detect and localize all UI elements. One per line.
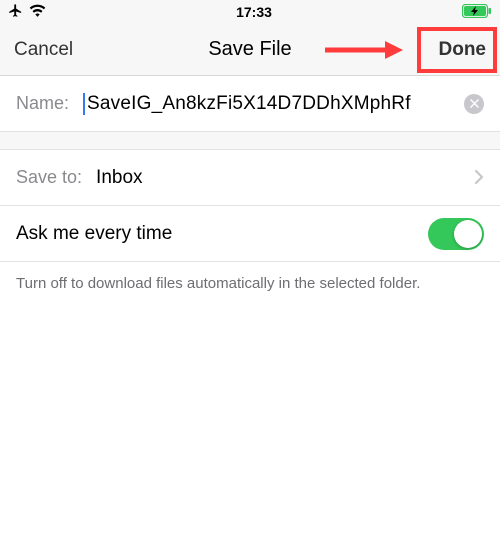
airplane-mode-icon xyxy=(8,3,23,21)
close-icon xyxy=(470,99,479,108)
chevron-right-icon xyxy=(474,165,484,191)
ask-every-time-toggle[interactable] xyxy=(428,218,484,250)
save-to-row[interactable]: Save to: Inbox xyxy=(0,150,500,206)
name-input[interactable]: SaveIG_An8kzFi5X14D7DDhXMphRf xyxy=(83,93,458,115)
ask-every-time-row: Ask me every time xyxy=(0,206,500,262)
wifi-icon xyxy=(29,4,46,20)
helper-text: Turn off to download files automatically… xyxy=(0,262,500,294)
name-row[interactable]: Name: SaveIG_An8kzFi5X14D7DDhXMphRf xyxy=(0,76,500,132)
status-bar: 17:33 xyxy=(0,0,500,24)
save-to-value: Inbox xyxy=(96,167,466,189)
annotation-arrow-icon xyxy=(325,39,403,61)
nav-bar: Cancel Save File Done xyxy=(0,24,500,76)
done-button[interactable]: Done xyxy=(439,39,487,61)
ask-every-time-label: Ask me every time xyxy=(16,223,414,245)
cancel-button[interactable]: Cancel xyxy=(14,39,73,61)
battery-charging-icon xyxy=(462,4,492,21)
clear-text-button[interactable] xyxy=(464,94,484,114)
save-to-label: Save to: xyxy=(16,167,82,188)
name-label: Name: xyxy=(16,93,69,114)
section-gap xyxy=(0,132,500,150)
page-title: Save File xyxy=(208,38,291,61)
status-time: 17:33 xyxy=(236,4,272,20)
